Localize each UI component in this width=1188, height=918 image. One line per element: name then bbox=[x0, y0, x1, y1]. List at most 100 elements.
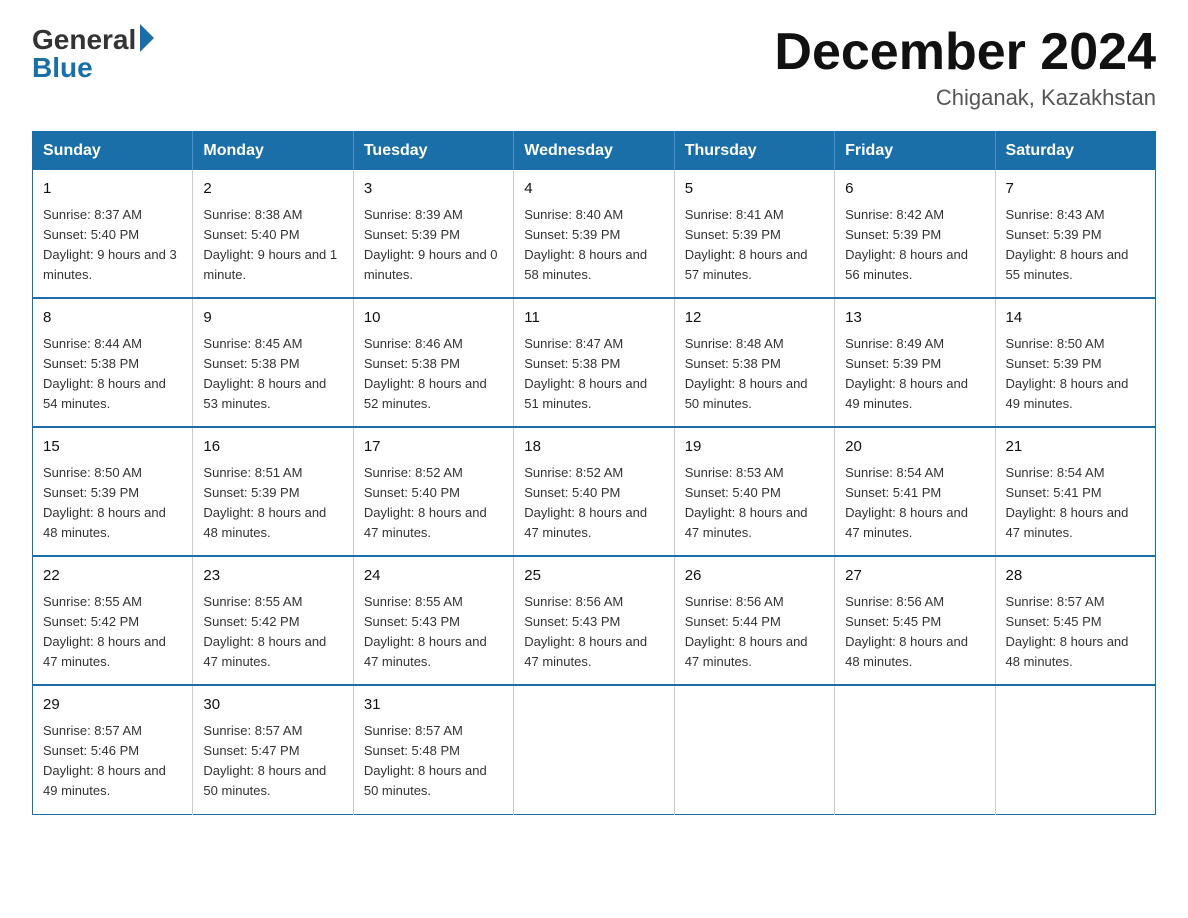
table-row: 24 Sunrise: 8:55 AMSunset: 5:43 PMDaylig… bbox=[353, 556, 513, 685]
table-row: 4 Sunrise: 8:40 AMSunset: 5:39 PMDayligh… bbox=[514, 170, 674, 298]
day-info: Sunrise: 8:55 AMSunset: 5:43 PMDaylight:… bbox=[364, 594, 487, 669]
day-info: Sunrise: 8:56 AMSunset: 5:43 PMDaylight:… bbox=[524, 594, 647, 669]
table-row: 18 Sunrise: 8:52 AMSunset: 5:40 PMDaylig… bbox=[514, 427, 674, 556]
day-info: Sunrise: 8:51 AMSunset: 5:39 PMDaylight:… bbox=[203, 465, 326, 540]
day-info: Sunrise: 8:44 AMSunset: 5:38 PMDaylight:… bbox=[43, 336, 166, 411]
table-row: 1 Sunrise: 8:37 AMSunset: 5:40 PMDayligh… bbox=[33, 170, 193, 298]
day-number: 29 bbox=[43, 694, 182, 717]
col-monday: Monday bbox=[193, 132, 353, 171]
calendar-week-row: 22 Sunrise: 8:55 AMSunset: 5:42 PMDaylig… bbox=[33, 556, 1156, 685]
day-info: Sunrise: 8:55 AMSunset: 5:42 PMDaylight:… bbox=[43, 594, 166, 669]
table-row: 16 Sunrise: 8:51 AMSunset: 5:39 PMDaylig… bbox=[193, 427, 353, 556]
day-info: Sunrise: 8:43 AMSunset: 5:39 PMDaylight:… bbox=[1006, 207, 1129, 282]
day-info: Sunrise: 8:54 AMSunset: 5:41 PMDaylight:… bbox=[845, 465, 968, 540]
day-number: 28 bbox=[1006, 565, 1145, 588]
day-number: 31 bbox=[364, 694, 503, 717]
day-number: 1 bbox=[43, 178, 182, 201]
calendar-week-row: 1 Sunrise: 8:37 AMSunset: 5:40 PMDayligh… bbox=[33, 170, 1156, 298]
day-info: Sunrise: 8:41 AMSunset: 5:39 PMDaylight:… bbox=[685, 207, 808, 282]
table-row: 21 Sunrise: 8:54 AMSunset: 5:41 PMDaylig… bbox=[995, 427, 1155, 556]
day-info: Sunrise: 8:45 AMSunset: 5:38 PMDaylight:… bbox=[203, 336, 326, 411]
page-header: General Blue December 2024 Chiganak, Kaz… bbox=[32, 24, 1156, 111]
day-info: Sunrise: 8:49 AMSunset: 5:39 PMDaylight:… bbox=[845, 336, 968, 411]
table-row: 11 Sunrise: 8:47 AMSunset: 5:38 PMDaylig… bbox=[514, 298, 674, 427]
day-number: 3 bbox=[364, 178, 503, 201]
col-sunday: Sunday bbox=[33, 132, 193, 171]
day-info: Sunrise: 8:52 AMSunset: 5:40 PMDaylight:… bbox=[524, 465, 647, 540]
table-row: 13 Sunrise: 8:49 AMSunset: 5:39 PMDaylig… bbox=[835, 298, 995, 427]
table-row: 3 Sunrise: 8:39 AMSunset: 5:39 PMDayligh… bbox=[353, 170, 513, 298]
day-number: 10 bbox=[364, 307, 503, 330]
day-number: 5 bbox=[685, 178, 824, 201]
calendar-week-row: 29 Sunrise: 8:57 AMSunset: 5:46 PMDaylig… bbox=[33, 685, 1156, 814]
col-thursday: Thursday bbox=[674, 132, 834, 171]
col-tuesday: Tuesday bbox=[353, 132, 513, 171]
day-info: Sunrise: 8:47 AMSunset: 5:38 PMDaylight:… bbox=[524, 336, 647, 411]
day-number: 27 bbox=[845, 565, 984, 588]
logo: General Blue bbox=[32, 24, 154, 84]
day-info: Sunrise: 8:37 AMSunset: 5:40 PMDaylight:… bbox=[43, 207, 177, 282]
day-number: 2 bbox=[203, 178, 342, 201]
table-row: 8 Sunrise: 8:44 AMSunset: 5:38 PMDayligh… bbox=[33, 298, 193, 427]
table-row: 2 Sunrise: 8:38 AMSunset: 5:40 PMDayligh… bbox=[193, 170, 353, 298]
table-row: 15 Sunrise: 8:50 AMSunset: 5:39 PMDaylig… bbox=[33, 427, 193, 556]
table-row: 17 Sunrise: 8:52 AMSunset: 5:40 PMDaylig… bbox=[353, 427, 513, 556]
calendar-week-row: 15 Sunrise: 8:50 AMSunset: 5:39 PMDaylig… bbox=[33, 427, 1156, 556]
day-number: 26 bbox=[685, 565, 824, 588]
logo-blue-text: Blue bbox=[32, 52, 93, 84]
table-row bbox=[674, 685, 834, 814]
table-row bbox=[514, 685, 674, 814]
day-info: Sunrise: 8:57 AMSunset: 5:47 PMDaylight:… bbox=[203, 723, 326, 798]
col-wednesday: Wednesday bbox=[514, 132, 674, 171]
day-info: Sunrise: 8:42 AMSunset: 5:39 PMDaylight:… bbox=[845, 207, 968, 282]
day-info: Sunrise: 8:56 AMSunset: 5:45 PMDaylight:… bbox=[845, 594, 968, 669]
table-row: 20 Sunrise: 8:54 AMSunset: 5:41 PMDaylig… bbox=[835, 427, 995, 556]
day-number: 11 bbox=[524, 307, 663, 330]
day-info: Sunrise: 8:52 AMSunset: 5:40 PMDaylight:… bbox=[364, 465, 487, 540]
day-info: Sunrise: 8:50 AMSunset: 5:39 PMDaylight:… bbox=[43, 465, 166, 540]
day-number: 14 bbox=[1006, 307, 1145, 330]
day-info: Sunrise: 8:56 AMSunset: 5:44 PMDaylight:… bbox=[685, 594, 808, 669]
day-info: Sunrise: 8:57 AMSunset: 5:48 PMDaylight:… bbox=[364, 723, 487, 798]
day-info: Sunrise: 8:48 AMSunset: 5:38 PMDaylight:… bbox=[685, 336, 808, 411]
col-saturday: Saturday bbox=[995, 132, 1155, 171]
col-friday: Friday bbox=[835, 132, 995, 171]
day-number: 17 bbox=[364, 436, 503, 459]
location-label: Chiganak, Kazakhstan bbox=[774, 85, 1156, 111]
table-row: 28 Sunrise: 8:57 AMSunset: 5:45 PMDaylig… bbox=[995, 556, 1155, 685]
calendar-table: Sunday Monday Tuesday Wednesday Thursday… bbox=[32, 131, 1156, 814]
title-area: December 2024 Chiganak, Kazakhstan bbox=[774, 24, 1156, 111]
day-info: Sunrise: 8:38 AMSunset: 5:40 PMDaylight:… bbox=[203, 207, 337, 282]
table-row bbox=[995, 685, 1155, 814]
table-row: 25 Sunrise: 8:56 AMSunset: 5:43 PMDaylig… bbox=[514, 556, 674, 685]
table-row: 6 Sunrise: 8:42 AMSunset: 5:39 PMDayligh… bbox=[835, 170, 995, 298]
table-row: 22 Sunrise: 8:55 AMSunset: 5:42 PMDaylig… bbox=[33, 556, 193, 685]
day-info: Sunrise: 8:50 AMSunset: 5:39 PMDaylight:… bbox=[1006, 336, 1129, 411]
table-row bbox=[835, 685, 995, 814]
day-number: 18 bbox=[524, 436, 663, 459]
day-number: 15 bbox=[43, 436, 182, 459]
table-row: 30 Sunrise: 8:57 AMSunset: 5:47 PMDaylig… bbox=[193, 685, 353, 814]
day-info: Sunrise: 8:39 AMSunset: 5:39 PMDaylight:… bbox=[364, 207, 498, 282]
table-row: 27 Sunrise: 8:56 AMSunset: 5:45 PMDaylig… bbox=[835, 556, 995, 685]
day-number: 30 bbox=[203, 694, 342, 717]
table-row: 7 Sunrise: 8:43 AMSunset: 5:39 PMDayligh… bbox=[995, 170, 1155, 298]
table-row: 12 Sunrise: 8:48 AMSunset: 5:38 PMDaylig… bbox=[674, 298, 834, 427]
day-number: 4 bbox=[524, 178, 663, 201]
day-number: 24 bbox=[364, 565, 503, 588]
table-row: 23 Sunrise: 8:55 AMSunset: 5:42 PMDaylig… bbox=[193, 556, 353, 685]
day-info: Sunrise: 8:53 AMSunset: 5:40 PMDaylight:… bbox=[685, 465, 808, 540]
table-row: 9 Sunrise: 8:45 AMSunset: 5:38 PMDayligh… bbox=[193, 298, 353, 427]
day-number: 6 bbox=[845, 178, 984, 201]
day-number: 25 bbox=[524, 565, 663, 588]
day-info: Sunrise: 8:57 AMSunset: 5:45 PMDaylight:… bbox=[1006, 594, 1129, 669]
day-info: Sunrise: 8:54 AMSunset: 5:41 PMDaylight:… bbox=[1006, 465, 1129, 540]
table-row: 14 Sunrise: 8:50 AMSunset: 5:39 PMDaylig… bbox=[995, 298, 1155, 427]
day-info: Sunrise: 8:40 AMSunset: 5:39 PMDaylight:… bbox=[524, 207, 647, 282]
calendar-week-row: 8 Sunrise: 8:44 AMSunset: 5:38 PMDayligh… bbox=[33, 298, 1156, 427]
day-number: 19 bbox=[685, 436, 824, 459]
table-row: 29 Sunrise: 8:57 AMSunset: 5:46 PMDaylig… bbox=[33, 685, 193, 814]
day-number: 13 bbox=[845, 307, 984, 330]
table-row: 31 Sunrise: 8:57 AMSunset: 5:48 PMDaylig… bbox=[353, 685, 513, 814]
month-title: December 2024 bbox=[774, 24, 1156, 81]
